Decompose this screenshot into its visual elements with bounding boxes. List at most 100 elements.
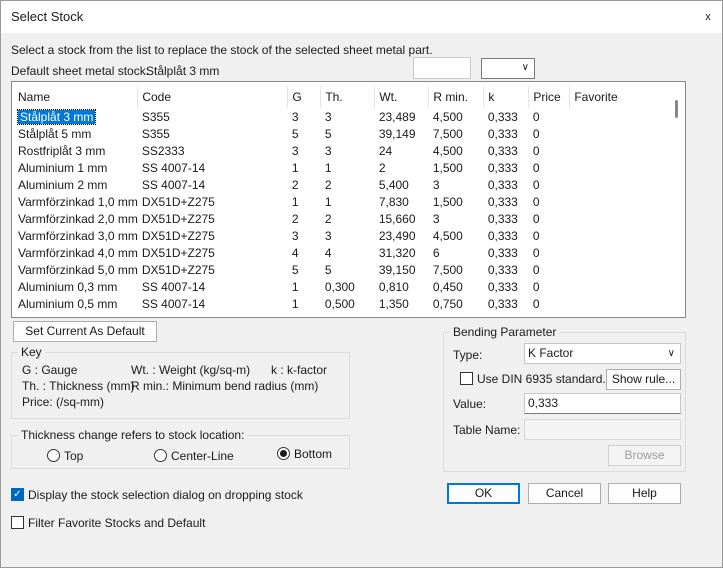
table-cell: 2 — [291, 211, 299, 226]
table-cell: Stålplåt 3 mm — [14, 108, 138, 125]
table-cell: Varmförzinkad 3,0 mm — [18, 228, 138, 243]
display-dialog-checkbox[interactable]: ✓ — [11, 488, 24, 501]
table-row[interactable]: Varmförzinkad 2,0 mm DX51D+Z275 2 2 15,660 3 0… — [14, 210, 670, 227]
filter-favorite-label[interactable]: Filter Favorite Stocks and Default — [28, 516, 205, 530]
table-cell: Varmförzinkad 1,0 mm — [18, 194, 138, 209]
table-row[interactable]: Stålplåt 3 mm S355 3 3 23,489 4,500 0,333 0 — [14, 108, 670, 125]
table-cell — [570, 261, 670, 278]
radio-top-label[interactable]: Top — [64, 449, 83, 463]
table-cell: 0,333 — [487, 126, 518, 141]
radio-top[interactable] — [47, 449, 60, 462]
table-cell: 0,333 — [487, 177, 518, 192]
default-stock-value: Stålplåt 3 mm — [146, 64, 220, 78]
column-header[interactable]: Th. — [320, 86, 376, 108]
table-row[interactable]: Aluminium 2 mm SS 4007-14 2 2 5,400 3 0,333 0 — [14, 176, 670, 193]
table-cell: 3 — [291, 109, 299, 124]
table-row[interactable]: Varmförzinkad 1,0 mm DX51D+Z275 1 1 7,830 1,5… — [14, 193, 670, 210]
table-cell: 0 — [532, 296, 540, 311]
table-row[interactable]: Aluminium 0,3 mm SS 4007-14 1 0,300 0,810 0,4… — [14, 278, 670, 295]
table-cell: 23,490 — [378, 228, 416, 243]
table-cell — [570, 125, 670, 142]
stock-filter-box[interactable] — [413, 57, 471, 79]
din-checkbox[interactable] — [460, 372, 473, 385]
column-header[interactable]: k — [483, 86, 530, 108]
help-button[interactable]: Help — [608, 483, 681, 504]
radio-center-line[interactable] — [154, 449, 167, 462]
scrollbar-thumb[interactable] — [675, 100, 678, 118]
column-header[interactable]: Code — [137, 86, 289, 108]
column-header[interactable]: Price — [528, 86, 571, 108]
table-cell: Rostfriplåt 3 mm — [18, 143, 106, 158]
radio-bottom[interactable] — [277, 447, 290, 460]
stock-list[interactable]: Name Code G Th. Wt. R min. k Price Favorite Stål… — [11, 81, 686, 318]
table-cell — [570, 227, 670, 244]
table-cell: 7,500 — [432, 126, 463, 141]
column-header[interactable]: Favorite — [570, 86, 670, 108]
table-cell: 0,333 — [487, 109, 518, 124]
table-cell: 0 — [532, 177, 540, 192]
column-header[interactable]: G — [287, 86, 322, 108]
table-row[interactable]: Aluminium 1 mm SS 4007-14 1 1 2 1,500 0,333 0 — [14, 159, 670, 176]
table-cell: 1 — [291, 194, 299, 209]
table-name-input[interactable] — [524, 419, 681, 440]
value-label: Value: — [453, 397, 487, 411]
table-cell: 0,333 — [487, 245, 518, 260]
key-gauge: G : Gauge — [22, 363, 78, 377]
set-default-button[interactable]: Set Current As Default — [13, 321, 157, 342]
table-cell: 0,300 — [324, 279, 355, 294]
table-cell: 1 — [291, 160, 299, 175]
table-row[interactable]: Varmförzinkad 3,0 mm DX51D+Z275 3 3 23,490 4,… — [14, 227, 670, 244]
type-label: Type: — [453, 348, 483, 362]
key-title: Key — [18, 345, 45, 359]
table-cell: 0,333 — [487, 296, 518, 311]
table-cell: 15,660 — [378, 211, 416, 226]
table-cell — [570, 278, 670, 295]
table-cell: 5 — [291, 262, 299, 277]
display-dialog-label[interactable]: Display the stock selection dialog on dr… — [28, 488, 303, 502]
chevron-down-icon: ∨ — [667, 348, 675, 359]
table-row[interactable]: Aluminium 0,5 mm SS 4007-14 1 0,500 1,350 0,7… — [14, 295, 670, 312]
table-row[interactable]: Stålplåt 5 mm S355 5 5 39,149 7,500 0,333 0 — [14, 125, 670, 142]
bending-title: Bending Parameter — [450, 325, 560, 339]
stock-filter-dropdown[interactable]: ∨ — [481, 58, 535, 79]
cancel-button[interactable]: Cancel — [528, 483, 601, 504]
table-cell: S355 — [141, 126, 170, 141]
radio-center-line-label[interactable]: Center-Line — [171, 449, 234, 463]
table-row[interactable]: Varmförzinkad 4,0 mm DX51D+Z275 4 4 31,320 6 0… — [14, 244, 670, 261]
type-select[interactable]: K Factor ∨ — [524, 343, 681, 364]
table-cell: 0 — [532, 143, 540, 158]
browse-button[interactable]: Browse — [608, 445, 681, 466]
key-kfactor: k : k-factor — [271, 363, 328, 377]
instruction-text: Select a stock from the list to replace … — [11, 43, 433, 57]
table-cell: Varmförzinkad 5,0 mm — [18, 262, 138, 277]
table-cell: 0,333 — [487, 228, 518, 243]
chevron-down-icon: ∨ — [521, 62, 529, 73]
table-cell: 0 — [532, 160, 540, 175]
table-cell: 3 — [324, 109, 332, 124]
table-row[interactable]: Varmförzinkad 5,0 mm DX51D+Z275 5 5 39,150 7,… — [14, 261, 670, 278]
table-cell: DX51D+Z275 — [141, 245, 215, 260]
table-cell: 2 — [378, 160, 386, 175]
filter-favorite-checkbox[interactable] — [11, 516, 24, 529]
column-header[interactable]: R min. — [428, 86, 485, 108]
thickness-group: Thickness change refers to stock locatio… — [11, 428, 350, 469]
table-cell: DX51D+Z275 — [141, 262, 215, 277]
select-stock-dialog: Select Stock x Select a stock from the l… — [0, 0, 723, 568]
type-select-value: K Factor — [528, 346, 574, 360]
close-icon[interactable]: x — [698, 7, 718, 27]
radio-bottom-label[interactable]: Bottom — [294, 447, 332, 461]
column-header[interactable]: Wt. — [374, 86, 430, 108]
default-stock-label: Default sheet metal stock: — [11, 64, 150, 78]
table-cell: 7,830 — [378, 194, 409, 209]
value-input[interactable]: 0,333 — [524, 393, 681, 414]
show-rule-button[interactable]: Show rule... — [606, 369, 681, 390]
table-cell: 0,810 — [378, 279, 409, 294]
ok-button[interactable]: OK — [447, 483, 520, 504]
din-label[interactable]: Use DIN 6935 standard. — [477, 372, 606, 386]
table-row[interactable]: Rostfriplåt 3 mm SS2333 3 3 24 4,500 0,333 0 — [14, 142, 670, 159]
column-header[interactable]: Name — [14, 86, 139, 108]
table-cell: DX51D+Z275 — [141, 228, 215, 243]
table-cell: 5 — [324, 126, 332, 141]
table-cell: 1,500 — [432, 194, 463, 209]
table-cell: 3 — [291, 143, 299, 158]
